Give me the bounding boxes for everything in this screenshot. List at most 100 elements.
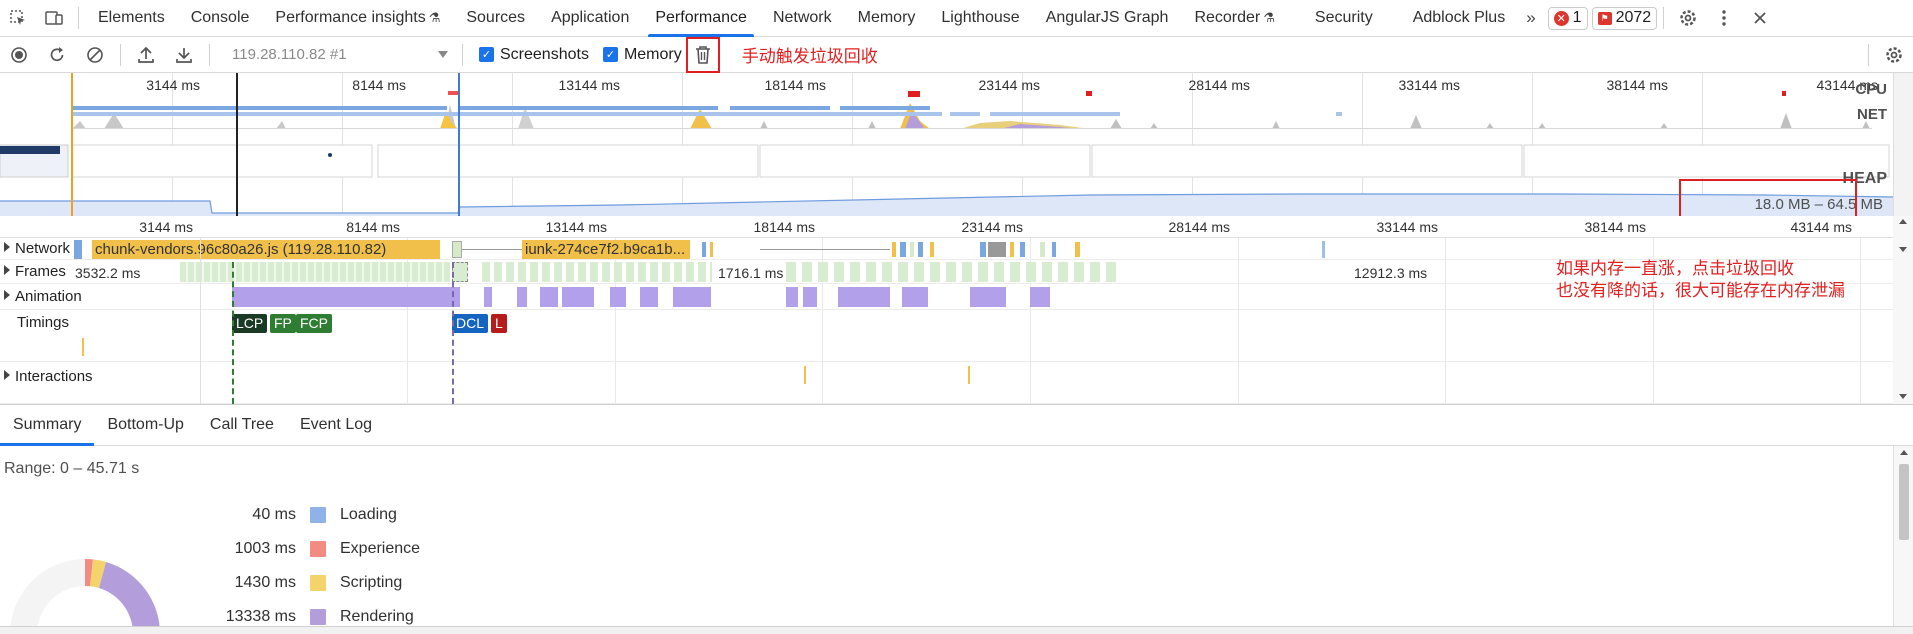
network-request-bar[interactable]: iunk-274ce7f2.b9ca1b... (522, 240, 690, 259)
tab-console[interactable]: Console (178, 0, 263, 37)
tab-performance-insights[interactable]: Performance insights ⚗ (262, 0, 453, 37)
tab-label: Bottom-Up (107, 416, 184, 433)
interaction-tick[interactable] (968, 366, 970, 384)
animation-track-title[interactable]: Animation (4, 288, 82, 305)
animation-bar[interactable] (517, 287, 527, 307)
interactions-track-title[interactable]: Interactions (4, 368, 93, 385)
error-icon: ✕ (1553, 10, 1569, 26)
inspect-element-icon[interactable] (0, 0, 36, 36)
interaction-tick[interactable] (804, 366, 806, 384)
close-devtools-icon[interactable] (1742, 0, 1778, 36)
settings-gear-icon[interactable] (1670, 0, 1706, 36)
animation-bar[interactable] (540, 287, 558, 307)
tab-bottom-up[interactable]: Bottom-Up (94, 404, 196, 446)
more-tabs-button[interactable]: » (1518, 8, 1543, 28)
overview-scrollbar[interactable] (1893, 73, 1913, 216)
animation-bar[interactable] (640, 287, 658, 307)
summary-scrollbar[interactable] (1893, 446, 1913, 634)
tab-performance[interactable]: Performance (642, 0, 760, 37)
animation-bar[interactable] (232, 287, 460, 307)
timing-lcp[interactable]: LCP (232, 314, 268, 333)
timings-track[interactable]: Timings LCP FP FCP DCL L (0, 310, 1893, 362)
frame-block[interactable] (452, 262, 468, 282)
tab-security[interactable]: Security (1302, 0, 1386, 37)
animation-bar[interactable] (673, 287, 711, 307)
summary-legend-row: 13338 ms Rendering (180, 606, 414, 628)
tab-angularjs-graph[interactable]: AngularJS Graph (1033, 0, 1182, 37)
tab-lighthouse[interactable]: Lighthouse (928, 0, 1032, 37)
memory-checkbox[interactable]: ✓ Memory (602, 46, 682, 64)
customize-menu-icon[interactable] (1706, 0, 1742, 36)
divider (78, 7, 79, 29)
tab-call-tree[interactable]: Call Tree (197, 404, 287, 446)
animation-bar[interactable] (610, 287, 626, 307)
animation-bar[interactable] (970, 287, 1006, 307)
frame-blocks[interactable] (482, 262, 712, 282)
network-wait-line (462, 249, 522, 250)
network-request-bar[interactable] (74, 240, 82, 259)
tab-memory[interactable]: Memory (845, 0, 929, 37)
tab-network[interactable]: Network (760, 0, 845, 37)
network-track-title[interactable]: Network (4, 240, 70, 257)
dcl-marker (458, 73, 460, 216)
tab-elements[interactable]: Elements (85, 0, 178, 37)
save-profile-button[interactable] (165, 37, 203, 73)
tab-label: Call Tree (209, 416, 274, 433)
clear-button[interactable] (76, 37, 114, 73)
tab-application[interactable]: Application (538, 0, 642, 37)
collect-garbage-button[interactable] (685, 36, 720, 73)
leak-annotation-line: 也没有降的话，很大可能存在内存泄漏 (1556, 281, 1845, 300)
expand-arrow-icon[interactable] (4, 242, 10, 252)
timing-dcl[interactable]: DCL (452, 314, 489, 333)
expand-arrow-icon[interactable] (4, 370, 10, 380)
expand-arrow-icon[interactable] (4, 265, 10, 275)
profile-select[interactable]: 119.28.110.82 #1 (224, 42, 456, 68)
legend-duration: 40 ms (252, 506, 296, 523)
interactions-track[interactable]: Interactions (0, 362, 1893, 404)
frame-blocks[interactable] (180, 262, 450, 282)
legend-name: Loading (340, 506, 397, 523)
animation-bar[interactable] (1030, 287, 1050, 307)
legend-duration: 1003 ms (234, 540, 296, 557)
frame-blocks[interactable] (786, 262, 1122, 282)
animation-bar[interactable] (576, 287, 594, 307)
divider (1663, 7, 1665, 29)
frames-track-title[interactable]: Frames (4, 263, 66, 280)
tab-recorder[interactable]: Recorder ⚗ (1181, 0, 1287, 37)
network-request-bar[interactable]: chunk-vendors.96c80a26.js (119.28.110.82… (92, 240, 440, 259)
animation-bar[interactable] (803, 287, 817, 307)
flame-chart-tracks[interactable]: Network chunk-vendors.96c80a26.js (119.2… (0, 238, 1893, 404)
animation-bar[interactable] (562, 287, 576, 307)
reload-record-button[interactable] (38, 37, 76, 73)
network-request-bar[interactable] (1322, 241, 1325, 258)
scroll-arrows-icon (1899, 450, 1909, 540)
animation-bar[interactable] (484, 287, 492, 307)
summary-legend-row: 40 ms Loading (180, 504, 397, 526)
frame-duration: 12912.3 ms (1354, 265, 1428, 281)
network-request-bar[interactable] (452, 241, 462, 258)
errors-badge[interactable]: ✕ 1 (1547, 6, 1588, 30)
tab-adblock-plus[interactable]: Adblock Plus (1400, 0, 1519, 37)
timing-fp[interactable]: FP (270, 314, 296, 333)
tracks-scrollbar[interactable] (1893, 216, 1913, 404)
expand-arrow-icon[interactable] (4, 290, 10, 300)
device-toolbar-icon[interactable] (36, 0, 72, 36)
legend-duration: 13338 ms (225, 608, 296, 625)
record-button[interactable] (0, 37, 38, 73)
animation-bar[interactable] (902, 287, 928, 307)
screenshots-checkbox[interactable]: ✓ Screenshots (479, 46, 589, 64)
network-track[interactable]: Network chunk-vendors.96c80a26.js (119.2… (0, 238, 1893, 260)
selection-start-marker[interactable] (71, 73, 73, 216)
tab-summary[interactable]: Summary (0, 404, 95, 446)
capture-settings-icon[interactable] (1875, 37, 1913, 73)
animation-bar[interactable] (786, 287, 798, 307)
frame-duration: 3532.2 ms (75, 265, 141, 281)
timing-fcp[interactable]: FCP (296, 314, 332, 333)
timing-load[interactable]: L (491, 314, 507, 333)
tab-event-log[interactable]: Event Log (287, 404, 385, 446)
animation-bar[interactable] (838, 287, 890, 307)
tab-sources[interactable]: Sources (453, 0, 538, 37)
load-profile-button[interactable] (127, 37, 165, 73)
issues-badge[interactable]: ⚑ 2072 (1591, 6, 1658, 30)
timeline-overview[interactable]: 3144 ms 8144 ms 13144 ms 18144 ms 23144 … (0, 73, 1893, 216)
